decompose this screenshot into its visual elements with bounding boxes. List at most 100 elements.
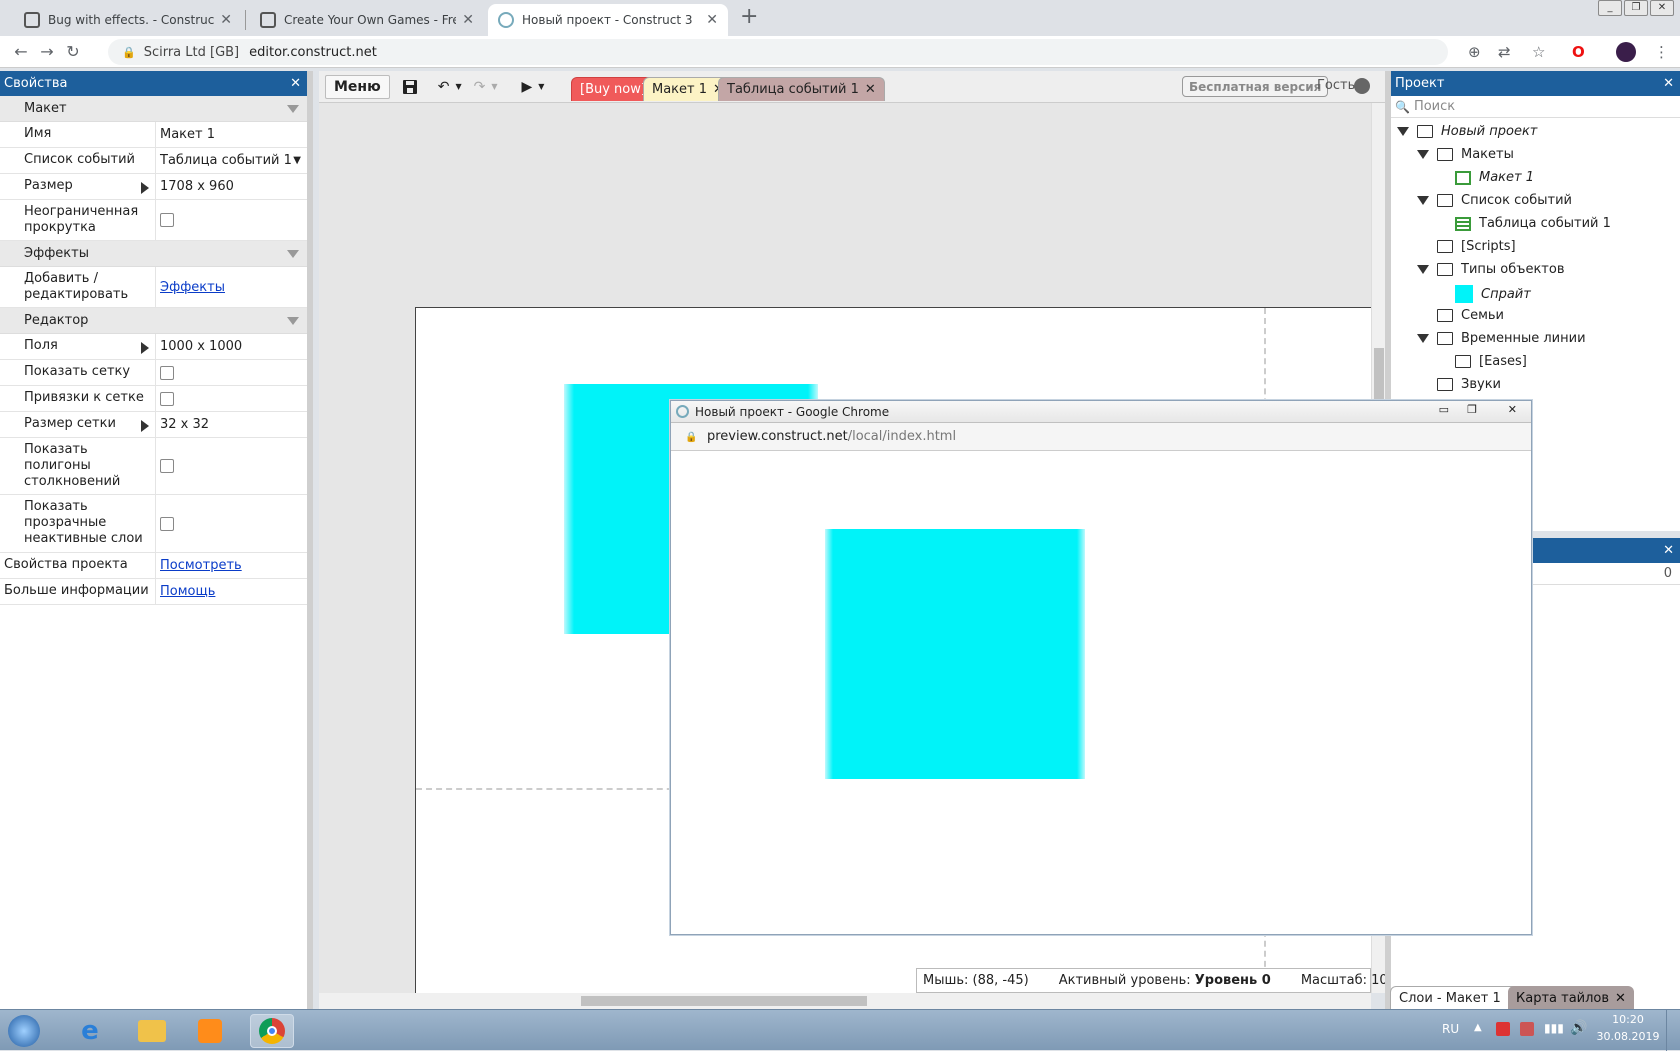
tree-families[interactable]: Семьи (1437, 308, 1504, 323)
opera-extension-icon[interactable]: O (1572, 43, 1585, 61)
close-panel-icon[interactable]: ✕ (290, 76, 301, 91)
layers-tab[interactable]: Слои - Макет 1✕ (1390, 986, 1527, 1010)
preview-window[interactable]: Новый проект - Google Chrome ▭ ❐ ✕ 🔒 pre… (670, 400, 1532, 935)
project-search[interactable]: 🔍 Поиск (1391, 96, 1680, 118)
collapse-triangle-icon[interactable] (287, 249, 299, 258)
close-window-icon[interactable]: ✕ (1650, 0, 1674, 16)
browser-tab-new-project[interactable]: Новый проект - Construct 3 ✕ (488, 4, 728, 36)
tree-timelines[interactable]: Временные линии (1417, 331, 1586, 346)
undo-icon[interactable]: ↶ (438, 75, 450, 99)
close-tab-icon[interactable]: ✕ (706, 12, 718, 28)
show-grid-checkbox[interactable] (160, 365, 174, 380)
tilemap-tab[interactable]: Карта тайлов ✕ (1508, 986, 1634, 1010)
tray-flag-icon[interactable] (1496, 1022, 1510, 1036)
play-dropdown-icon[interactable]: ▼ (538, 75, 544, 99)
minimize-icon[interactable]: _ (1598, 0, 1622, 16)
horizontal-scrollbar[interactable] (319, 993, 1371, 1009)
bookmark-star-icon[interactable]: ☆ (1532, 43, 1545, 61)
restore-icon[interactable]: ❐ (1624, 0, 1648, 16)
view-project-props-link[interactable]: Посмотреть (160, 558, 242, 573)
collapse-triangle-icon[interactable] (287, 316, 299, 325)
play-icon[interactable]: ▶ (522, 75, 533, 99)
omnibox[interactable]: 🔒 Scirra Ltd [GB] editor.construct.net (108, 39, 1448, 65)
new-tab-button[interactable]: + (740, 4, 758, 29)
expand-icon[interactable] (1417, 265, 1429, 274)
volume-icon[interactable]: 🔊 (1570, 1020, 1587, 1036)
ie-taskbar-icon[interactable]: e (68, 1014, 112, 1048)
tree-eases[interactable]: [Eases] (1455, 354, 1527, 369)
prop-label-size[interactable]: Размер (0, 174, 156, 199)
help-link[interactable]: Помощь (160, 584, 215, 599)
tree-root[interactable]: Новый проект (1397, 124, 1537, 139)
prop-label-gridsize[interactable]: Размер сетки (0, 412, 156, 437)
chrome-taskbar-icon[interactable] (250, 1014, 294, 1048)
preview-titlebar[interactable]: Новый проект - Google Chrome ▭ ❐ ✕ (671, 401, 1531, 423)
menu-button[interactable]: Меню (325, 74, 390, 99)
explorer-taskbar-icon[interactable] (130, 1014, 174, 1048)
prop-value-gridsize[interactable]: 32 x 32 (156, 412, 307, 437)
restore-icon[interactable]: ❐ (1467, 403, 1477, 416)
show-transparent-layers-checkbox[interactable] (160, 516, 174, 531)
forward-arrow-icon[interactable]: → (34, 42, 60, 61)
browser-tab-create-games[interactable]: Create Your Own Games - Free T ✕ (250, 4, 484, 36)
clock-date[interactable]: 30.08.2019 (1596, 1030, 1660, 1043)
user-avatar-icon[interactable] (1354, 78, 1370, 94)
tray-app-icon[interactable] (1520, 1022, 1534, 1036)
eventsheet-tab[interactable]: Таблица событий 1 ✕ (718, 77, 885, 101)
expand-arrow-icon[interactable] (141, 342, 149, 354)
close-tab-icon[interactable]: ✕ (1615, 991, 1626, 1006)
eventsheet-select[interactable]: Таблица событий 1 ▼ (156, 148, 307, 173)
expand-icon[interactable] (1397, 127, 1409, 136)
add-icon[interactable]: ⊕ (1468, 43, 1481, 61)
minimize-icon[interactable]: ▭ (1439, 403, 1449, 416)
expand-arrow-icon[interactable] (141, 182, 149, 194)
prop-value-size[interactable]: 1708 x 960 (156, 174, 307, 199)
section-editor[interactable]: Редактор (0, 308, 307, 334)
language-indicator[interactable]: RU (1442, 1022, 1459, 1036)
section-layout[interactable]: Макет (0, 96, 307, 122)
tree-eventsheet1[interactable]: Таблица событий 1 (1455, 216, 1611, 231)
unbounded-scrolling-checkbox[interactable] (160, 213, 174, 227)
clock-time[interactable]: 10:20 (1600, 1013, 1656, 1026)
dropdown-arrow-icon[interactable]: ▼ (293, 155, 301, 166)
show-desktop-button[interactable] (1666, 1010, 1680, 1051)
tree-layout1[interactable]: Макет 1 (1455, 170, 1534, 185)
tray-expand-icon[interactable]: ▲ (1474, 1022, 1482, 1033)
effects-link[interactable]: Эффекты (160, 280, 225, 295)
tree-layouts[interactable]: Макеты (1417, 147, 1514, 162)
close-panel-icon[interactable]: ✕ (1663, 543, 1674, 558)
close-window-icon[interactable]: ✕ (1508, 403, 1517, 416)
browser-tab-bug-effects[interactable]: Bug with effects. - Construct 2 B ✕ (14, 4, 242, 36)
snap-to-grid-checkbox[interactable] (160, 391, 174, 406)
prop-label-margins[interactable]: Поля (0, 334, 156, 359)
expand-arrow-icon[interactable] (141, 420, 149, 432)
preview-address-bar[interactable]: 🔒 preview.construct.net/local/index.html (671, 423, 1531, 451)
expand-icon[interactable] (1417, 150, 1429, 159)
network-signal-icon[interactable]: ▮▮▮ (1544, 1021, 1564, 1035)
tree-eventsheets[interactable]: Список событий (1417, 193, 1572, 208)
close-tab-icon[interactable]: ✕ (462, 12, 474, 28)
profile-avatar[interactable] (1616, 42, 1636, 62)
close-tab-icon[interactable]: ✕ (220, 12, 232, 28)
translate-icon[interactable]: ⇄ (1498, 43, 1511, 61)
expand-icon[interactable] (1417, 196, 1429, 205)
tree-objecttypes[interactable]: Типы объектов (1417, 262, 1564, 277)
reload-icon[interactable]: ↻ (60, 42, 86, 61)
redo-dropdown-icon[interactable]: ▼ (491, 75, 497, 99)
tree-sprite[interactable]: Спрайт (1455, 285, 1531, 303)
media-taskbar-icon[interactable] (188, 1014, 232, 1048)
chrome-menu-icon[interactable]: ⋮ (1654, 43, 1669, 61)
redo-icon[interactable]: ↷ (474, 75, 486, 99)
collapse-triangle-icon[interactable] (287, 104, 299, 113)
close-tab-icon[interactable]: ✕ (865, 82, 876, 97)
save-icon[interactable] (402, 75, 418, 99)
prop-value-name[interactable]: Макет 1 (156, 122, 307, 147)
free-version-badge[interactable]: Бесплатная версия (1182, 76, 1329, 97)
undo-dropdown-icon[interactable]: ▼ (455, 75, 461, 99)
show-collision-polygons-checkbox[interactable] (160, 459, 174, 473)
section-effects[interactable]: Эффекты (0, 241, 307, 267)
prop-value-margins[interactable]: 1000 x 1000 (156, 334, 307, 359)
back-arrow-icon[interactable]: ← (8, 42, 34, 61)
expand-icon[interactable] (1417, 334, 1429, 343)
guest-label[interactable]: Гость (1317, 78, 1355, 93)
